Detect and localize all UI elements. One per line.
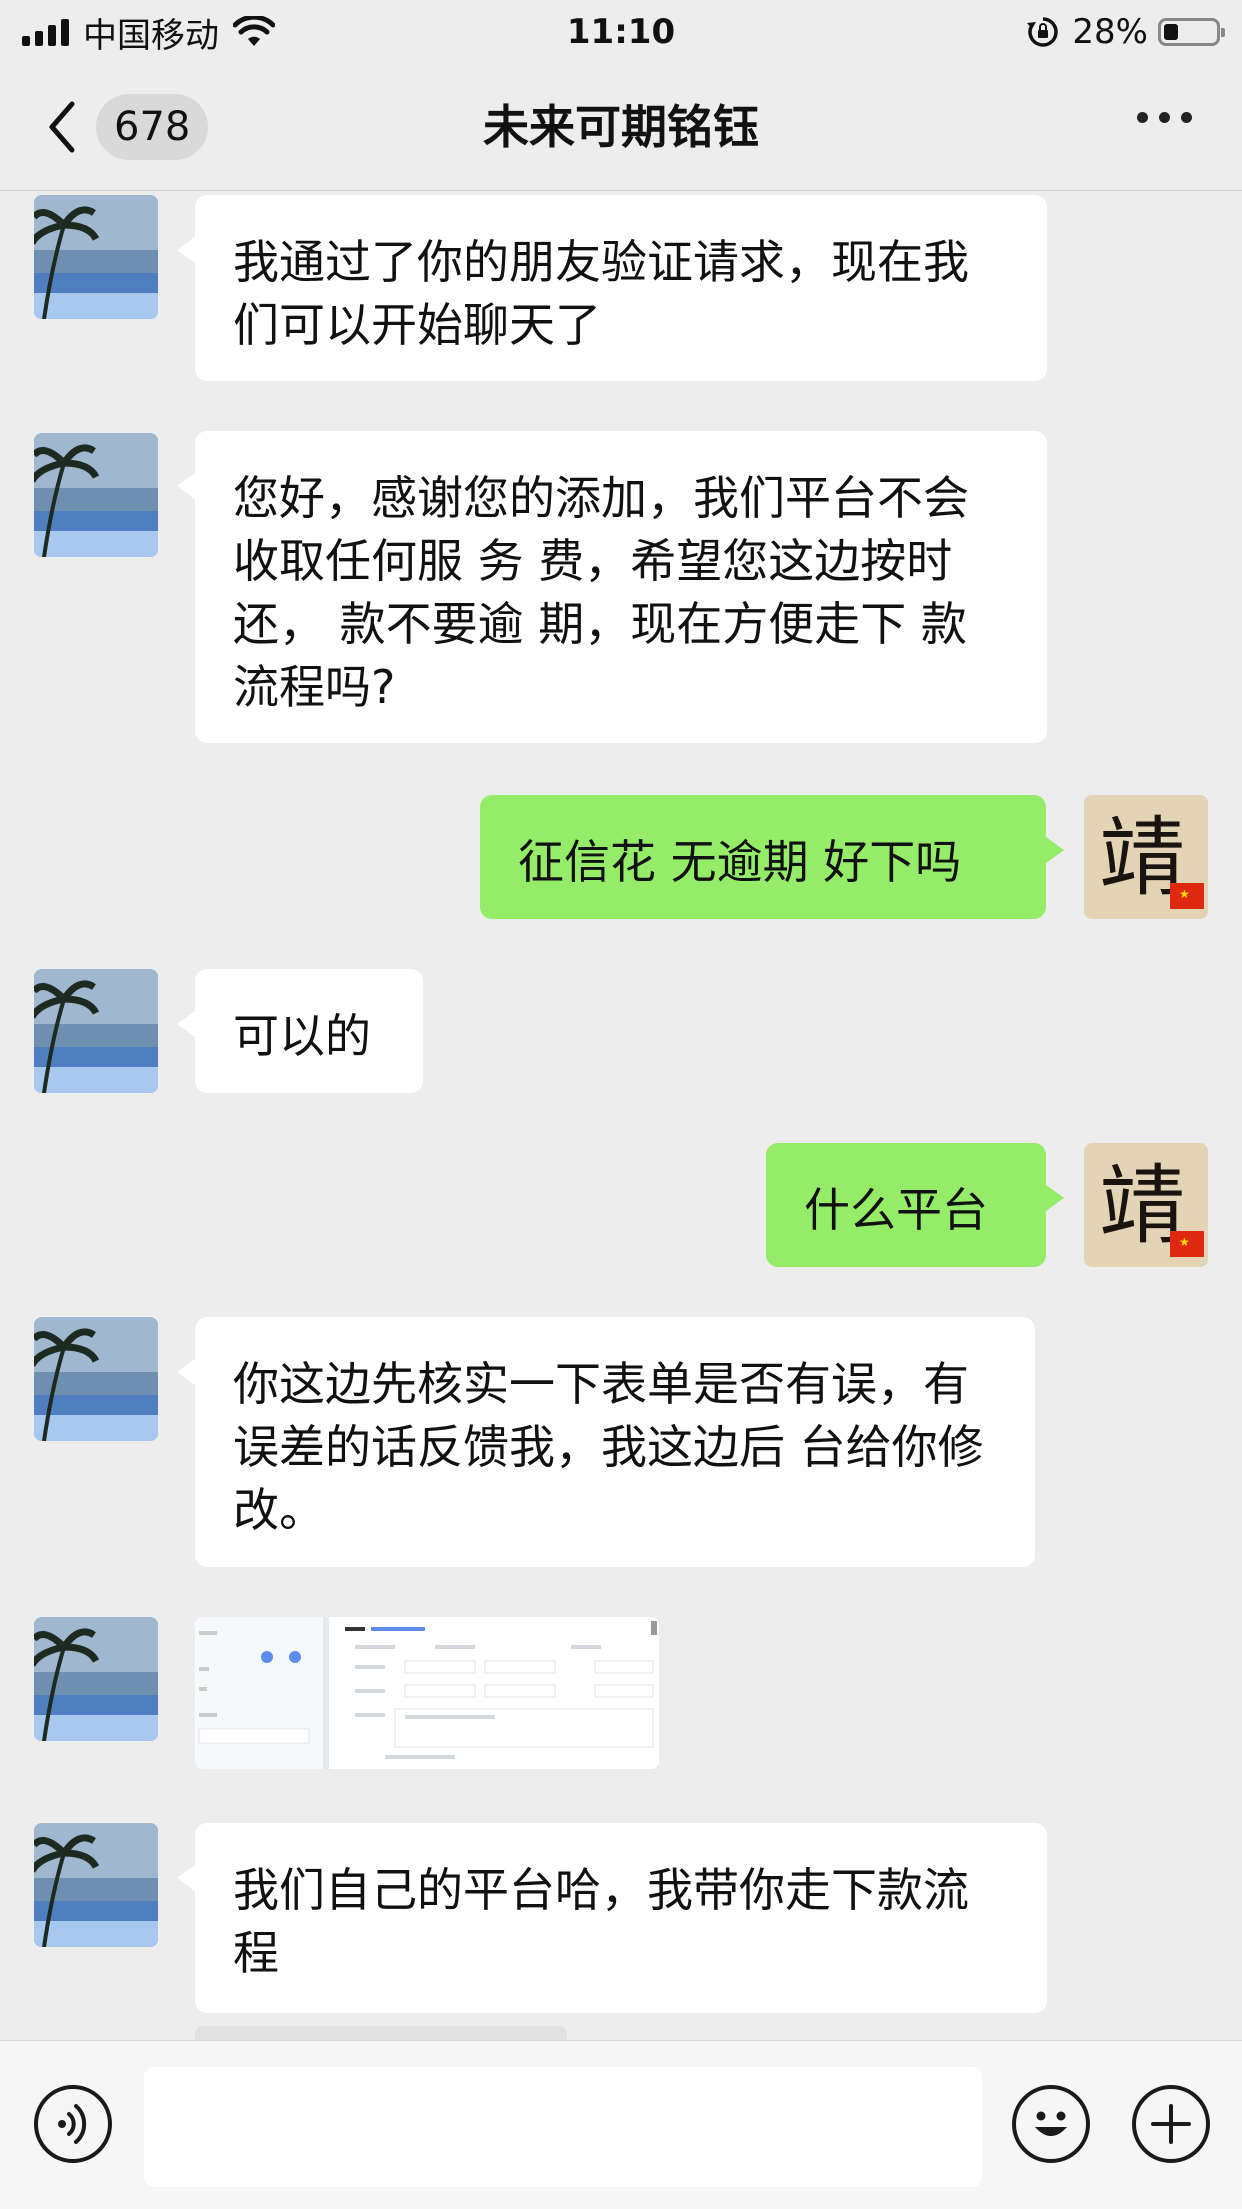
palm-beach-image: [34, 433, 158, 557]
input-bar: [0, 2040, 1242, 2209]
message-text: 可以的: [233, 1009, 371, 1063]
message-text: 我通过了你的朋友验证请求，现在我们可以开始聊天了: [233, 235, 969, 352]
message-text: 您好，感谢您的添加，我们平台不会收取任何服 务 费，希望您这边按时还， 款不要逾…: [233, 471, 969, 714]
message-bubble-outgoing[interactable]: 征信花 无逾期 好下吗: [480, 795, 1064, 919]
plus-icon: [1151, 2104, 1191, 2144]
battery-percent: 28%: [1072, 12, 1148, 52]
palm-beach-image: [34, 195, 158, 319]
form-screenshot-thumbnail: [195, 1617, 659, 1769]
calligraphy-avatar-image: 靖 ★: [1084, 1143, 1208, 1267]
message-bubble-incoming[interactable]: 可以的: [177, 969, 423, 1093]
message-text: 什么平台: [804, 1183, 988, 1237]
message-bubble-outgoing[interactable]: 什么平台: [766, 1143, 1064, 1267]
my-avatar[interactable]: 靖 ★: [1084, 795, 1208, 919]
palm-beach-image: [34, 969, 158, 1093]
contact-avatar[interactable]: [34, 1317, 158, 1441]
plus-button[interactable]: [1132, 2085, 1210, 2163]
contact-avatar[interactable]: [34, 195, 158, 319]
message-list[interactable]: 我通过了你的朋友验证请求，现在我们可以开始聊天了 您好，感谢您的添加，我们平台不…: [0, 191, 1242, 2040]
message-text: 你这边先核实一下表单是否有误，有误差的话反馈我，我这边后 台给你修改。: [233, 1357, 984, 1537]
image-message-form-screenshot[interactable]: [195, 1617, 659, 1769]
rotation-lock-icon: [1027, 17, 1059, 47]
voice-button[interactable]: [34, 2085, 112, 2163]
status-bar: 中国移动 11:10 28%: [0, 0, 1242, 64]
palm-beach-image: [34, 1617, 158, 1741]
voice-icon: [58, 2104, 87, 2144]
svg-text:★: ★: [1179, 1235, 1190, 1249]
palm-beach-image: [34, 1317, 158, 1441]
contact-avatar[interactable]: [34, 969, 158, 1093]
contact-avatar[interactable]: [34, 1617, 158, 1741]
chat-header: 678 未来可期铭钰: [0, 64, 1242, 191]
contact-avatar[interactable]: [34, 433, 158, 557]
palm-beach-image: [34, 1823, 158, 1947]
emoji-button[interactable]: [1012, 2085, 1090, 2163]
message-text: 我们自己的平台哈，我带你走下款流程: [233, 1863, 969, 1980]
contact-avatar[interactable]: [34, 1823, 158, 1947]
more-icon[interactable]: [1137, 112, 1192, 123]
my-avatar[interactable]: 靖 ★: [1084, 1143, 1208, 1267]
chat-title: 未来可期铭钰: [483, 100, 759, 154]
message-bubble-incoming[interactable]: 我通过了你的朋友验证请求，现在我们可以开始聊天了: [177, 195, 1047, 381]
emoji-icon: [1035, 2111, 1067, 2136]
status-right: 28%: [1026, 10, 1225, 54]
message-bubble-incoming[interactable]: 你这边先核实一下表单是否有误，有误差的话反馈我，我这边后 台给你修改。: [177, 1317, 1035, 1567]
calligraphy-avatar-image: 靖 ★: [1084, 795, 1208, 919]
message-text: 征信花 无逾期 好下吗: [518, 835, 962, 889]
message-bubble-incoming[interactable]: 您好，感谢您的添加，我们平台不会收取任何服 务 费，希望您这边按时还， 款不要逾…: [177, 431, 1047, 743]
next-message-peek: [195, 2026, 567, 2040]
message-bubble-incoming[interactable]: 我们自己的平台哈，我带你走下款流程: [177, 1823, 1047, 2013]
battery-icon: [1158, 18, 1225, 46]
svg-text:★: ★: [1179, 887, 1190, 901]
message-input[interactable]: [144, 2067, 982, 2187]
